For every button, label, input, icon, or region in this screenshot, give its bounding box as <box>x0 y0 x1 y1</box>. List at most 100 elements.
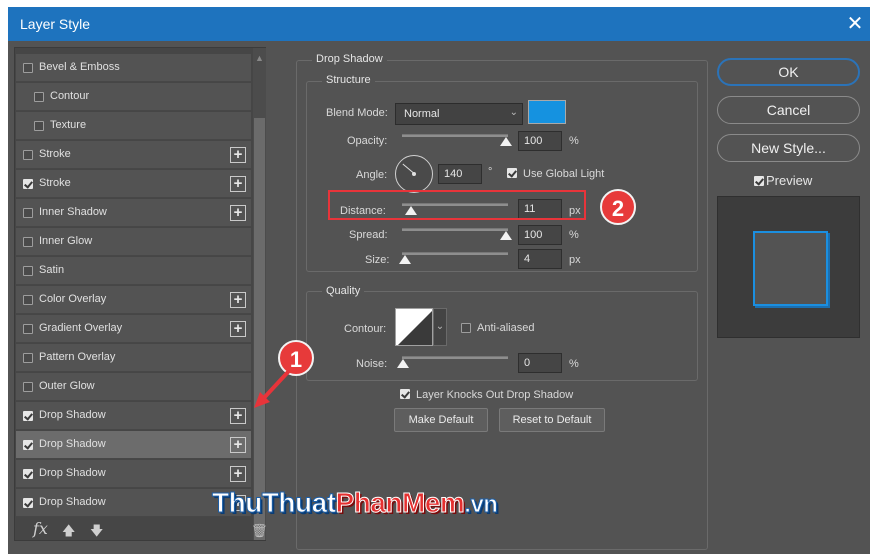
style-item-label: Pattern Overlay <box>39 351 116 363</box>
add-style-icon[interactable]: + <box>230 176 246 192</box>
spread-slider[interactable] <box>402 228 508 231</box>
style-item-label: Drop Shadow <box>39 467 106 479</box>
noise-unit: % <box>569 358 579 370</box>
scrollbar-thumb[interactable] <box>254 118 265 540</box>
style-checkbox[interactable] <box>23 179 33 189</box>
arrow-icon <box>254 370 290 408</box>
style-list-item[interactable]: Inner Shadow + <box>16 199 251 227</box>
style-item-label: Satin <box>39 264 65 276</box>
angle-dial[interactable] <box>395 155 433 193</box>
style-item-label: Inner Glow <box>39 235 93 247</box>
drop-shadow-title: Drop Shadow <box>312 53 387 65</box>
spread-unit: % <box>569 229 579 241</box>
noise-label: Noise: <box>356 358 388 370</box>
style-list-item[interactable]: Color Overlay + <box>16 286 251 314</box>
preview-checkbox[interactable] <box>754 176 764 186</box>
trash-icon[interactable]: 🗑 <box>251 523 268 539</box>
knocks-out-label: Layer Knocks Out Drop Shadow <box>416 389 574 401</box>
style-item-label: Color Overlay <box>39 293 107 305</box>
style-item-label: Drop Shadow <box>39 438 106 450</box>
move-down-icon[interactable]: 🡇 <box>90 522 103 544</box>
add-style-icon[interactable]: + <box>230 147 246 163</box>
contour-dropdown[interactable]: ⌄ <box>433 308 447 346</box>
style-list-item[interactable]: Drop Shadow + <box>16 431 251 459</box>
shadow-color-swatch[interactable] <box>528 100 566 124</box>
spread-slider-thumb[interactable] <box>500 231 512 240</box>
size-unit: px <box>569 254 581 266</box>
style-checkbox[interactable] <box>23 440 33 450</box>
style-checkbox[interactable] <box>23 469 33 479</box>
opacity-slider[interactable] <box>402 134 508 137</box>
opacity-input[interactable]: 100 <box>518 131 562 151</box>
style-list-item[interactable]: Stroke + <box>16 170 251 198</box>
contour-preview[interactable] <box>395 308 433 346</box>
style-checkbox[interactable] <box>34 92 44 102</box>
style-item-label: Stroke <box>39 177 71 189</box>
add-style-icon[interactable]: + <box>230 408 246 424</box>
style-list-item[interactable]: Inner Glow <box>16 228 251 256</box>
styles-list-panel: Bevel & Emboss Contour Texture Stroke + Strok… <box>14 47 266 541</box>
style-checkbox[interactable] <box>23 266 33 276</box>
scroll-up-icon[interactable]: ▲ <box>254 53 265 63</box>
style-checkbox[interactable] <box>23 498 33 508</box>
close-icon[interactable]: ✕ <box>842 11 868 37</box>
style-list-item[interactable]: Drop Shadow + <box>16 402 251 430</box>
move-up-icon[interactable]: 🡅 <box>62 522 75 544</box>
style-list-item[interactable]: Bevel & Emboss <box>16 54 251 82</box>
style-checkbox[interactable] <box>34 121 44 131</box>
style-checkbox[interactable] <box>23 353 33 363</box>
use-global-light-checkbox[interactable] <box>507 168 517 178</box>
style-item-label: Contour <box>50 90 90 102</box>
style-list-item[interactable]: Stroke + <box>16 141 251 169</box>
add-style-icon[interactable]: + <box>230 437 246 453</box>
make-default-button[interactable]: Make Default <box>394 408 488 432</box>
step-badge-2: 2 <box>600 189 636 225</box>
noise-slider[interactable] <box>402 356 508 359</box>
style-item-label: Outer Glow <box>39 380 95 392</box>
style-checkbox[interactable] <box>23 324 33 334</box>
reset-default-button[interactable]: Reset to Default <box>499 408 605 432</box>
angle-input[interactable]: 140 <box>438 164 482 184</box>
knocks-out-checkbox[interactable] <box>400 389 410 399</box>
add-style-icon[interactable]: + <box>230 321 246 337</box>
new-style-button[interactable]: New Style... <box>717 134 860 162</box>
size-slider-thumb[interactable] <box>399 255 411 264</box>
style-list-item[interactable]: Texture <box>16 112 251 140</box>
blend-mode-select[interactable]: Normal ⌄ <box>395 103 523 125</box>
watermark-logo: ThuThuatPhanMem.vn <box>212 487 499 519</box>
style-list-item[interactable]: Contour <box>16 83 251 111</box>
style-item-label: Drop Shadow <box>39 409 106 421</box>
add-style-icon[interactable]: + <box>230 292 246 308</box>
size-input[interactable]: 4 <box>518 249 562 269</box>
style-item-label: Bevel & Emboss <box>39 61 120 73</box>
cancel-button[interactable]: Cancel <box>717 96 860 124</box>
style-checkbox[interactable] <box>23 63 33 73</box>
style-checkbox[interactable] <box>23 382 33 392</box>
style-checkbox[interactable] <box>23 295 33 305</box>
opacity-slider-thumb[interactable] <box>500 137 512 146</box>
add-style-icon[interactable]: + <box>230 205 246 221</box>
ok-button[interactable]: OK <box>717 58 860 86</box>
blend-mode-label: Blend Mode: <box>326 107 388 119</box>
spread-input[interactable]: 100 <box>518 225 562 245</box>
style-checkbox[interactable] <box>23 208 33 218</box>
style-list-item[interactable]: Satin <box>16 257 251 285</box>
style-checkbox[interactable] <box>23 411 33 421</box>
style-list-item[interactable]: Outer Glow <box>16 373 251 401</box>
quality-title: Quality <box>322 285 365 297</box>
use-global-light-label: Use Global Light <box>523 168 605 180</box>
noise-slider-thumb[interactable] <box>397 359 409 368</box>
fx-menu-button[interactable]: fx <box>33 519 48 538</box>
add-style-icon[interactable]: + <box>230 466 246 482</box>
anti-aliased-checkbox[interactable] <box>461 323 471 333</box>
size-slider[interactable] <box>402 252 508 255</box>
style-checkbox[interactable] <box>23 237 33 247</box>
style-item-label: Stroke <box>39 148 71 160</box>
style-list-item[interactable]: Gradient Overlay + <box>16 315 251 343</box>
style-checkbox[interactable] <box>23 150 33 160</box>
style-item-label: Drop Shadow <box>39 496 106 508</box>
size-label: Size: <box>365 254 390 266</box>
style-list-item[interactable]: Pattern Overlay <box>16 344 251 372</box>
noise-input[interactable]: 0 <box>518 353 562 373</box>
style-list-item[interactable]: Drop Shadow + <box>16 460 251 488</box>
